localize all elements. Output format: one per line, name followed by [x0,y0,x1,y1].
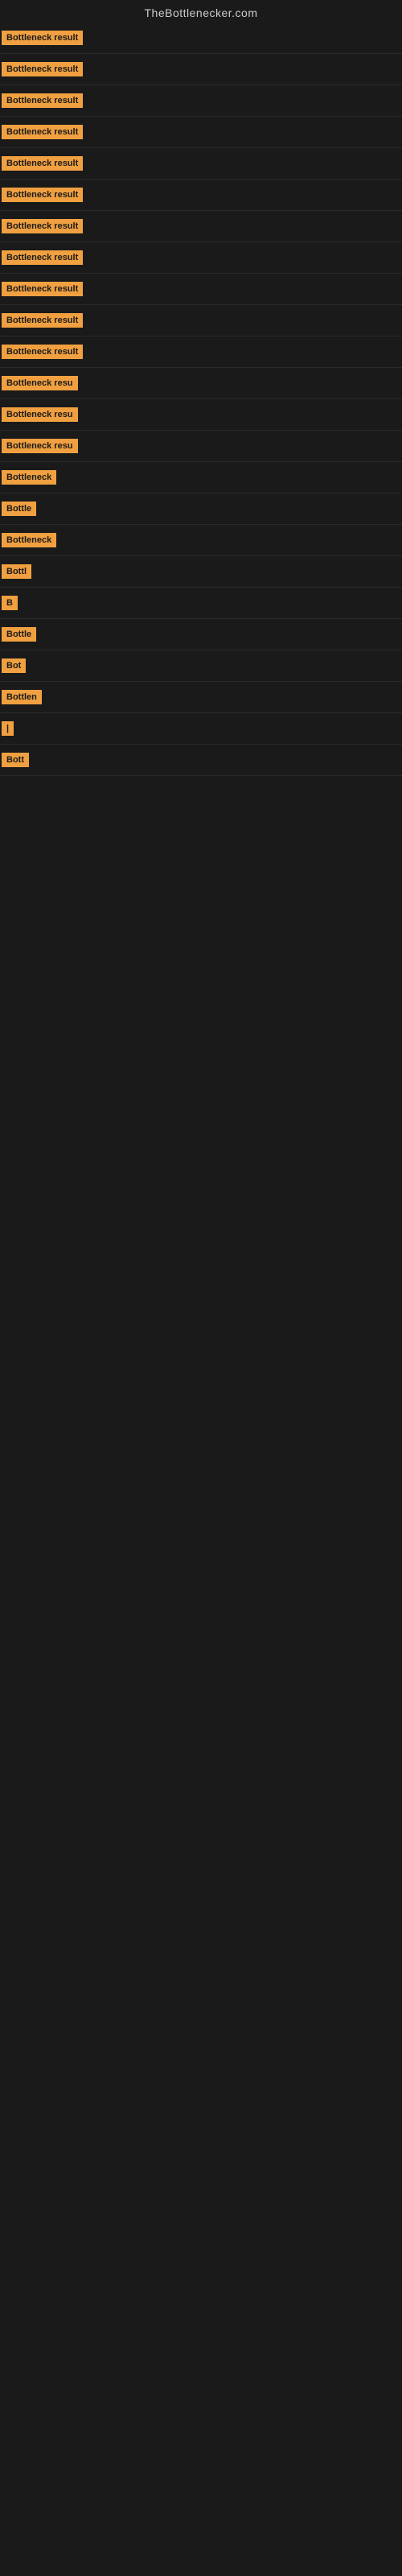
list-item: Bottleneck resu [0,431,402,462]
list-item: Bottleneck result [0,180,402,211]
bottleneck-badge: Bottl [2,564,31,579]
bottleneck-badge: Bottleneck result [2,156,83,171]
bottleneck-badge: Bottleneck result [2,345,83,359]
bottleneck-badge: Bottleneck result [2,282,83,296]
bottleneck-badge: Bottleneck [2,533,56,547]
bottleneck-badge: Bottleneck resu [2,439,78,453]
list-item: Bottleneck result [0,336,402,368]
bottleneck-badge: Bottlen [2,690,42,704]
list-item: Bottleneck result [0,274,402,305]
bottleneck-badge: | [2,721,14,736]
bottleneck-badge: Bottleneck resu [2,376,78,390]
bottleneck-badge: Bottleneck resu [2,407,78,422]
bottleneck-badge: Bottle [2,627,36,642]
bottleneck-badge: Bottleneck result [2,250,83,265]
list-item: Bottleneck result [0,54,402,85]
bottleneck-badge: Bot [2,658,26,673]
list-item: Bottleneck resu [0,368,402,399]
list-item: Bottleneck result [0,148,402,180]
bottleneck-badge: Bottleneck result [2,93,83,108]
list-item: Bottleneck [0,525,402,556]
bottleneck-badge: Bottle [2,502,36,516]
bottleneck-badge: Bottleneck result [2,31,83,45]
bottleneck-badge: Bottleneck result [2,62,83,76]
bottleneck-badge: Bottleneck [2,470,56,485]
list-item: Bottl [0,556,402,588]
list-item: Bottlen [0,682,402,713]
list-item: Bottleneck [0,462,402,493]
bottleneck-badge: Bottleneck result [2,219,83,233]
bottleneck-badge: Bottleneck result [2,125,83,139]
list-item: Bottleneck resu [0,399,402,431]
list-item: Bottleneck result [0,85,402,117]
list-item: Bottle [0,619,402,650]
list-item: Bot [0,650,402,682]
list-item: Bottleneck result [0,23,402,54]
list-item: Bottleneck result [0,211,402,242]
bottleneck-badge: Bottleneck result [2,313,83,328]
bottleneck-list: Bottleneck result Bottleneck result Bottle… [0,23,402,1581]
bottleneck-badge: Bott [2,753,29,767]
bottleneck-badge: B [2,596,18,610]
bottleneck-badge: Bottleneck result [2,188,83,202]
list-item: Bottle [0,493,402,525]
list-item: Bottleneck result [0,117,402,148]
list-item: | [0,713,402,745]
site-header: TheBottlenecker.com [0,0,402,23]
list-item: B [0,588,402,619]
list-item: Bottleneck result [0,305,402,336]
list-item: Bott [0,745,402,776]
site-title: TheBottlenecker.com [0,0,402,23]
list-item: Bottleneck result [0,242,402,274]
